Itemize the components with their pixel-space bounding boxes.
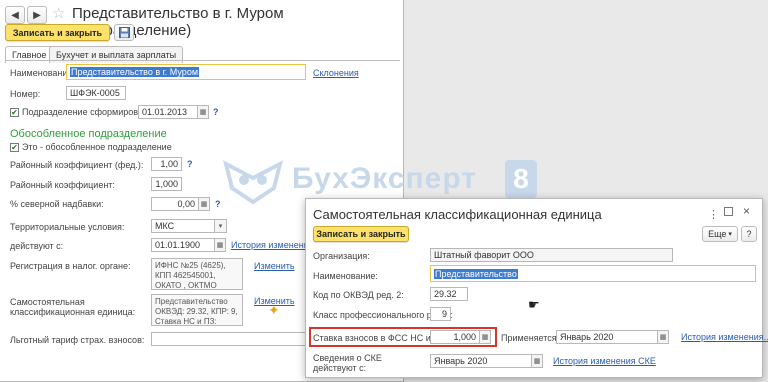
number-label: Номер: — [10, 89, 41, 99]
help-icon[interactable]: ? — [187, 159, 193, 169]
name-input[interactable]: Представительство в г. Муром — [66, 64, 306, 80]
tariff-label: Льготный тариф страх. взносов: — [10, 335, 145, 345]
help-icon[interactable]: ? — [215, 199, 221, 209]
cursor-sparkle-icon: ✦ — [268, 302, 280, 318]
risk-class-input[interactable]: 9 — [430, 307, 451, 321]
applied-input[interactable]: Январь 2020 — [556, 330, 658, 344]
separate-checkbox[interactable]: ✔ Это - обособленное подразделение — [10, 142, 172, 152]
dialog-save-close-button[interactable]: Записать и закрыть — [313, 226, 409, 242]
district-coef-fed-input[interactable]: 1,00 — [151, 157, 182, 171]
tax-reg-field[interactable]: ИФНС №25 (4625), КПП 462545001, ОКАТО , … — [151, 258, 243, 290]
save-icon[interactable] — [114, 24, 134, 41]
district-coef-label: Районный коэффициент: — [10, 180, 115, 190]
north-bonus-label: % северной надбавки: — [10, 199, 104, 209]
ske-label-2: классификационная единица: — [10, 307, 136, 317]
territorial-select[interactable]: МКС — [151, 219, 215, 233]
rate-input[interactable]: 1,000 — [430, 330, 480, 344]
valid-from-input[interactable]: 01.01.1900 — [151, 238, 215, 252]
tax-reg-label: Регистрация в налог. органе: — [10, 261, 131, 271]
ske-info-input[interactable]: Январь 2020 — [430, 354, 532, 368]
okved-label: Код по ОКВЭД ред. 2: — [313, 290, 404, 300]
chevron-down-icon[interactable]: ▾ — [215, 219, 227, 233]
rate-history-link[interactable]: История изменения... — [681, 332, 768, 342]
calendar-icon[interactable]: ▦ — [658, 330, 669, 344]
ske-dialog: Самостоятельная классификационная единиц… — [305, 198, 768, 378]
tariff-select[interactable] — [151, 332, 311, 346]
calendar-icon[interactable]: ▦ — [215, 238, 226, 252]
number-input[interactable]: ШФЭК-0005 — [66, 86, 126, 100]
org-label: Организация: — [313, 251, 370, 261]
more-options-icon[interactable]: ⋮ — [708, 208, 719, 221]
ske-label-1: Самостоятельная — [10, 297, 85, 307]
watermark-text: БухЭксперт — [292, 162, 477, 195]
help-button[interactable]: ? — [741, 226, 757, 242]
calculator-icon[interactable]: ▦ — [199, 197, 210, 211]
history-link[interactable]: История изменения — [231, 240, 314, 250]
district-coef-fed-label: Районный коэффициент (фед.): — [10, 160, 144, 170]
save-close-button[interactable]: Записать и закрыть — [5, 24, 110, 41]
org-input[interactable]: Штатный фаворит ООО — [430, 248, 673, 262]
close-icon[interactable]: × — [743, 204, 750, 218]
hand-cursor-icon: ☛ — [528, 297, 540, 312]
okved-input[interactable]: 29.32 — [430, 287, 468, 301]
formed-date-input[interactable]: 01.01.2013 — [138, 105, 198, 119]
ske-history-link[interactable]: История изменения СКЕ — [553, 356, 656, 366]
watermark-logo-icon — [222, 158, 284, 208]
district-coef-input[interactable]: 1,000 — [151, 177, 182, 191]
formed-checkbox[interactable]: ✔ Подразделение сформировано — [10, 107, 153, 117]
territorial-label: Территориальные условия: — [10, 222, 125, 232]
forward-button[interactable]: ▶ — [27, 6, 47, 24]
favorite-star-icon[interactable]: ☆ — [52, 4, 65, 22]
tab-divider — [5, 60, 400, 61]
calculator-icon[interactable]: ▦ — [480, 330, 491, 344]
calendar-icon[interactable]: ▦ — [532, 354, 543, 368]
back-button[interactable]: ◀ — [5, 6, 25, 24]
watermark-number: 8 — [505, 160, 537, 198]
inflections-link[interactable]: Склонения — [313, 68, 359, 78]
check-icon: ✔ — [10, 142, 19, 152]
check-icon: ✔ — [10, 107, 19, 117]
dialog-name-label: Наименование: — [313, 271, 378, 281]
maximize-icon[interactable] — [724, 207, 733, 216]
change-tax-link[interactable]: Изменить — [254, 261, 295, 271]
more-button[interactable]: Еще ▾ — [702, 226, 738, 242]
ske-info-label-2: действуют с: — [313, 363, 367, 373]
north-bonus-input[interactable]: 0,00 — [151, 197, 199, 211]
dialog-name-input[interactable]: Представительство — [430, 265, 756, 282]
ske-info-label-1: Сведения о СКЕ — [313, 353, 382, 363]
dialog-title: Самостоятельная классификационная единиц… — [313, 207, 602, 222]
valid-from-label: действуют с: — [10, 241, 64, 251]
help-icon[interactable]: ? — [213, 107, 219, 117]
section-title: Обособленное подразделение — [10, 128, 167, 140]
chevron-down-icon: ▾ — [728, 231, 732, 238]
rate-label: Ставка взносов в ФСС НС и ПЗ: — [313, 333, 448, 343]
ske-field[interactable]: Представительство ОКВЭД: 29.32, КПР: 9, … — [151, 294, 243, 326]
calendar-icon[interactable]: ▦ — [198, 105, 209, 119]
